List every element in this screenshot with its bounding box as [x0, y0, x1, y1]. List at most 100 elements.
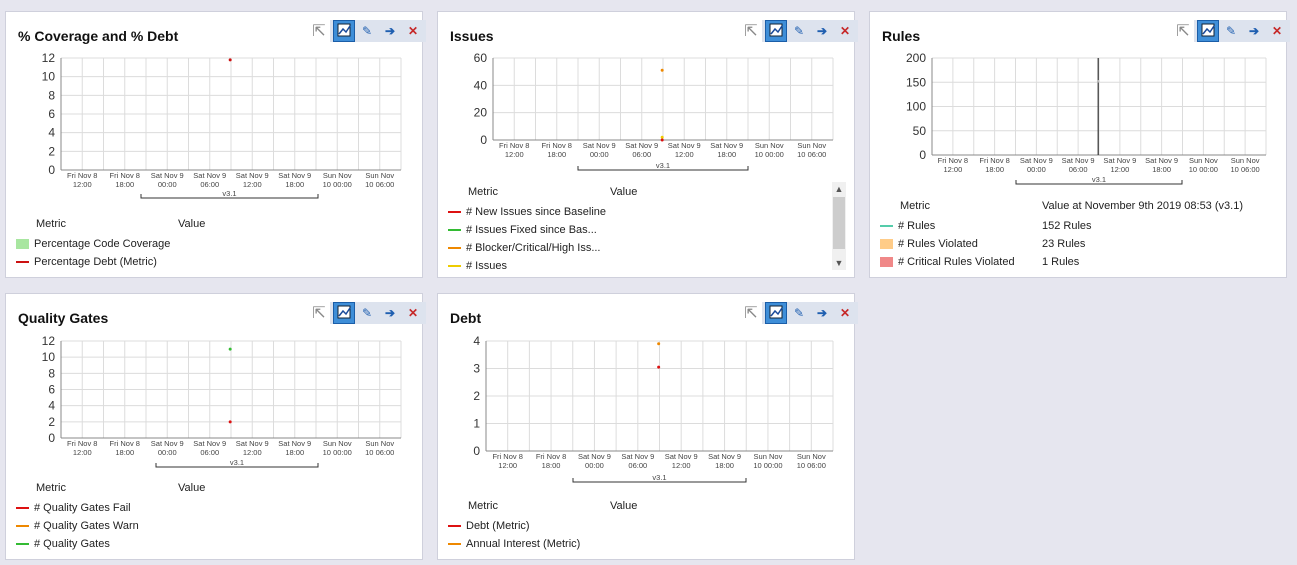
version-label: v3.1 [652, 473, 666, 482]
x-tick-label: Fri Nov 8 [536, 452, 566, 461]
x-tick-label: Fri Nov 8 [110, 171, 140, 180]
y-tick-label: 0 [473, 444, 480, 458]
x-tick-label: Fri Nov 8 [499, 141, 529, 150]
scroll-down-icon[interactable]: ▼ [832, 256, 846, 270]
x-tick-label: 18:00 [115, 448, 134, 457]
x-tick-label: 10 00:00 [1189, 165, 1218, 174]
y-tick-label: 0 [48, 431, 55, 445]
x-tick-label: Sat Nov 9 [193, 439, 226, 448]
x-tick-label: Sat Nov 9 [1145, 156, 1178, 165]
legend-swatch [16, 261, 29, 263]
legend-value-header: Value [610, 186, 638, 198]
x-tick-label: 10 00:00 [323, 448, 352, 457]
y-tick-label: 200 [906, 51, 926, 65]
legend-swatch [880, 239, 893, 249]
legend-label: Debt (Metric) [466, 520, 530, 532]
legend-item[interactable]: # Blocker/Critical/High Iss... [448, 242, 600, 254]
legend-value-header: Value [178, 218, 206, 230]
x-tick-label: Sat Nov 9 [625, 141, 658, 150]
y-tick-label: 0 [480, 133, 487, 147]
data-point [228, 58, 232, 62]
legend-scrollbar[interactable]: ▲ ▼ [832, 182, 846, 270]
data-point [657, 365, 661, 369]
x-tick-label: 06:00 [200, 180, 219, 189]
legend-item[interactable]: # Issues [448, 260, 507, 272]
legend-item[interactable]: Percentage Debt (Metric) [16, 256, 157, 268]
y-tick-label: 2 [473, 389, 480, 403]
x-tick-label: 18:00 [1152, 165, 1171, 174]
panel-rules: Rules ⇱ ✎ ➔ ✕ 0 50 100 150 200 Fri Nov 8 12:00 Fri… [869, 11, 1290, 278]
legend-item[interactable]: Percentage Code Coverage [16, 238, 170, 250]
x-tick-label: 06:00 [628, 461, 647, 470]
x-tick-label: 06:00 [200, 448, 219, 457]
legend-swatch [16, 525, 29, 527]
x-tick-label: 12:00 [498, 461, 517, 470]
legend-item[interactable]: # Rules [880, 220, 935, 232]
y-tick-label: 40 [474, 78, 488, 92]
x-tick-label: 18:00 [542, 461, 561, 470]
legend-swatch [448, 229, 461, 231]
x-tick-label: Sun Nov [323, 171, 352, 180]
scroll-up-icon[interactable]: ▲ [832, 182, 846, 196]
y-tick-label: 60 [474, 51, 488, 65]
x-tick-label: 00:00 [585, 461, 604, 470]
x-tick-label: Sat Nov 9 [621, 452, 654, 461]
legend-rules: Metric Value at November 9th 2019 08:53 (… [880, 200, 1280, 275]
legend-metric-header: Metric [468, 186, 498, 198]
legend-item[interactable]: # Issues Fixed since Bas... [448, 224, 597, 236]
x-tick-label: Sun Nov [797, 452, 826, 461]
x-tick-label: Fri Nov 8 [938, 156, 968, 165]
x-tick-label: 12:00 [675, 150, 694, 159]
legend-label: # Issues [466, 260, 507, 272]
legend-item[interactable]: Debt (Metric) [448, 520, 530, 532]
legend-item[interactable]: # Quality Gates Fail [16, 502, 131, 514]
x-tick-label: 18:00 [285, 448, 304, 457]
legend-coverage: Metric Value Percentage Code Coverage Perce… [16, 218, 416, 278]
x-tick-label: Sat Nov 9 [708, 452, 741, 461]
y-tick-label: 6 [48, 383, 55, 397]
x-tick-label: 00:00 [1027, 165, 1046, 174]
x-tick-label: Sat Nov 9 [665, 452, 698, 461]
legend-item[interactable]: Annual Interest (Metric) [448, 538, 580, 550]
y-tick-label: 50 [913, 124, 927, 138]
x-tick-label: 18:00 [547, 150, 566, 159]
legend-swatch [448, 211, 461, 213]
version-label: v3.1 [1092, 175, 1106, 184]
chart-gates: 024681012Fri Nov 812:00Fri Nov 818:00Sat… [42, 334, 402, 468]
legend-issues: Metric Value # New Issues since Baseline # … [448, 186, 828, 276]
x-tick-label: 00:00 [158, 448, 177, 457]
y-tick-label: 2 [48, 144, 55, 158]
legend-value: 152 Rules [1042, 220, 1092, 232]
y-tick-label: 0 [919, 148, 926, 162]
y-tick-label: 2 [48, 415, 55, 429]
legend-label: # Issues Fixed since Bas... [466, 224, 597, 236]
x-tick-label: Fri Nov 8 [542, 141, 572, 150]
legend-swatch [880, 257, 893, 267]
data-point [228, 347, 232, 351]
legend-item[interactable]: # New Issues since Baseline [448, 206, 606, 218]
x-tick-label: Sun Nov [365, 171, 394, 180]
data-point [660, 68, 664, 72]
legend-metric-header: Metric [468, 500, 498, 512]
legend-label: # Quality Gates Fail [34, 502, 131, 514]
x-tick-label: Sat Nov 9 [1062, 156, 1095, 165]
legend-item[interactable]: # Rules Violated [880, 238, 978, 250]
y-tick-label: 4 [48, 399, 55, 413]
x-tick-label: Sat Nov 9 [151, 171, 184, 180]
scroll-thumb[interactable] [833, 197, 845, 249]
legend-item[interactable]: # Quality Gates [16, 538, 110, 550]
x-tick-label: Sun Nov [754, 452, 783, 461]
legend-label: # Critical Rules Violated [898, 256, 1015, 268]
x-tick-label: 10 00:00 [323, 180, 352, 189]
x-tick-label: 18:00 [985, 165, 1004, 174]
legend-swatch [448, 247, 461, 249]
x-tick-label: Fri Nov 8 [67, 171, 97, 180]
legend-item[interactable]: # Critical Rules Violated [880, 256, 1015, 268]
legend-swatch [16, 507, 29, 509]
y-tick-label: 8 [48, 88, 55, 102]
x-tick-label: 10 06:00 [365, 180, 394, 189]
x-tick-label: 06:00 [1069, 165, 1088, 174]
legend-item[interactable]: # Quality Gates Warn [16, 520, 139, 532]
legend-value: 23 Rules [1042, 238, 1086, 250]
x-tick-label: 12:00 [672, 461, 691, 470]
